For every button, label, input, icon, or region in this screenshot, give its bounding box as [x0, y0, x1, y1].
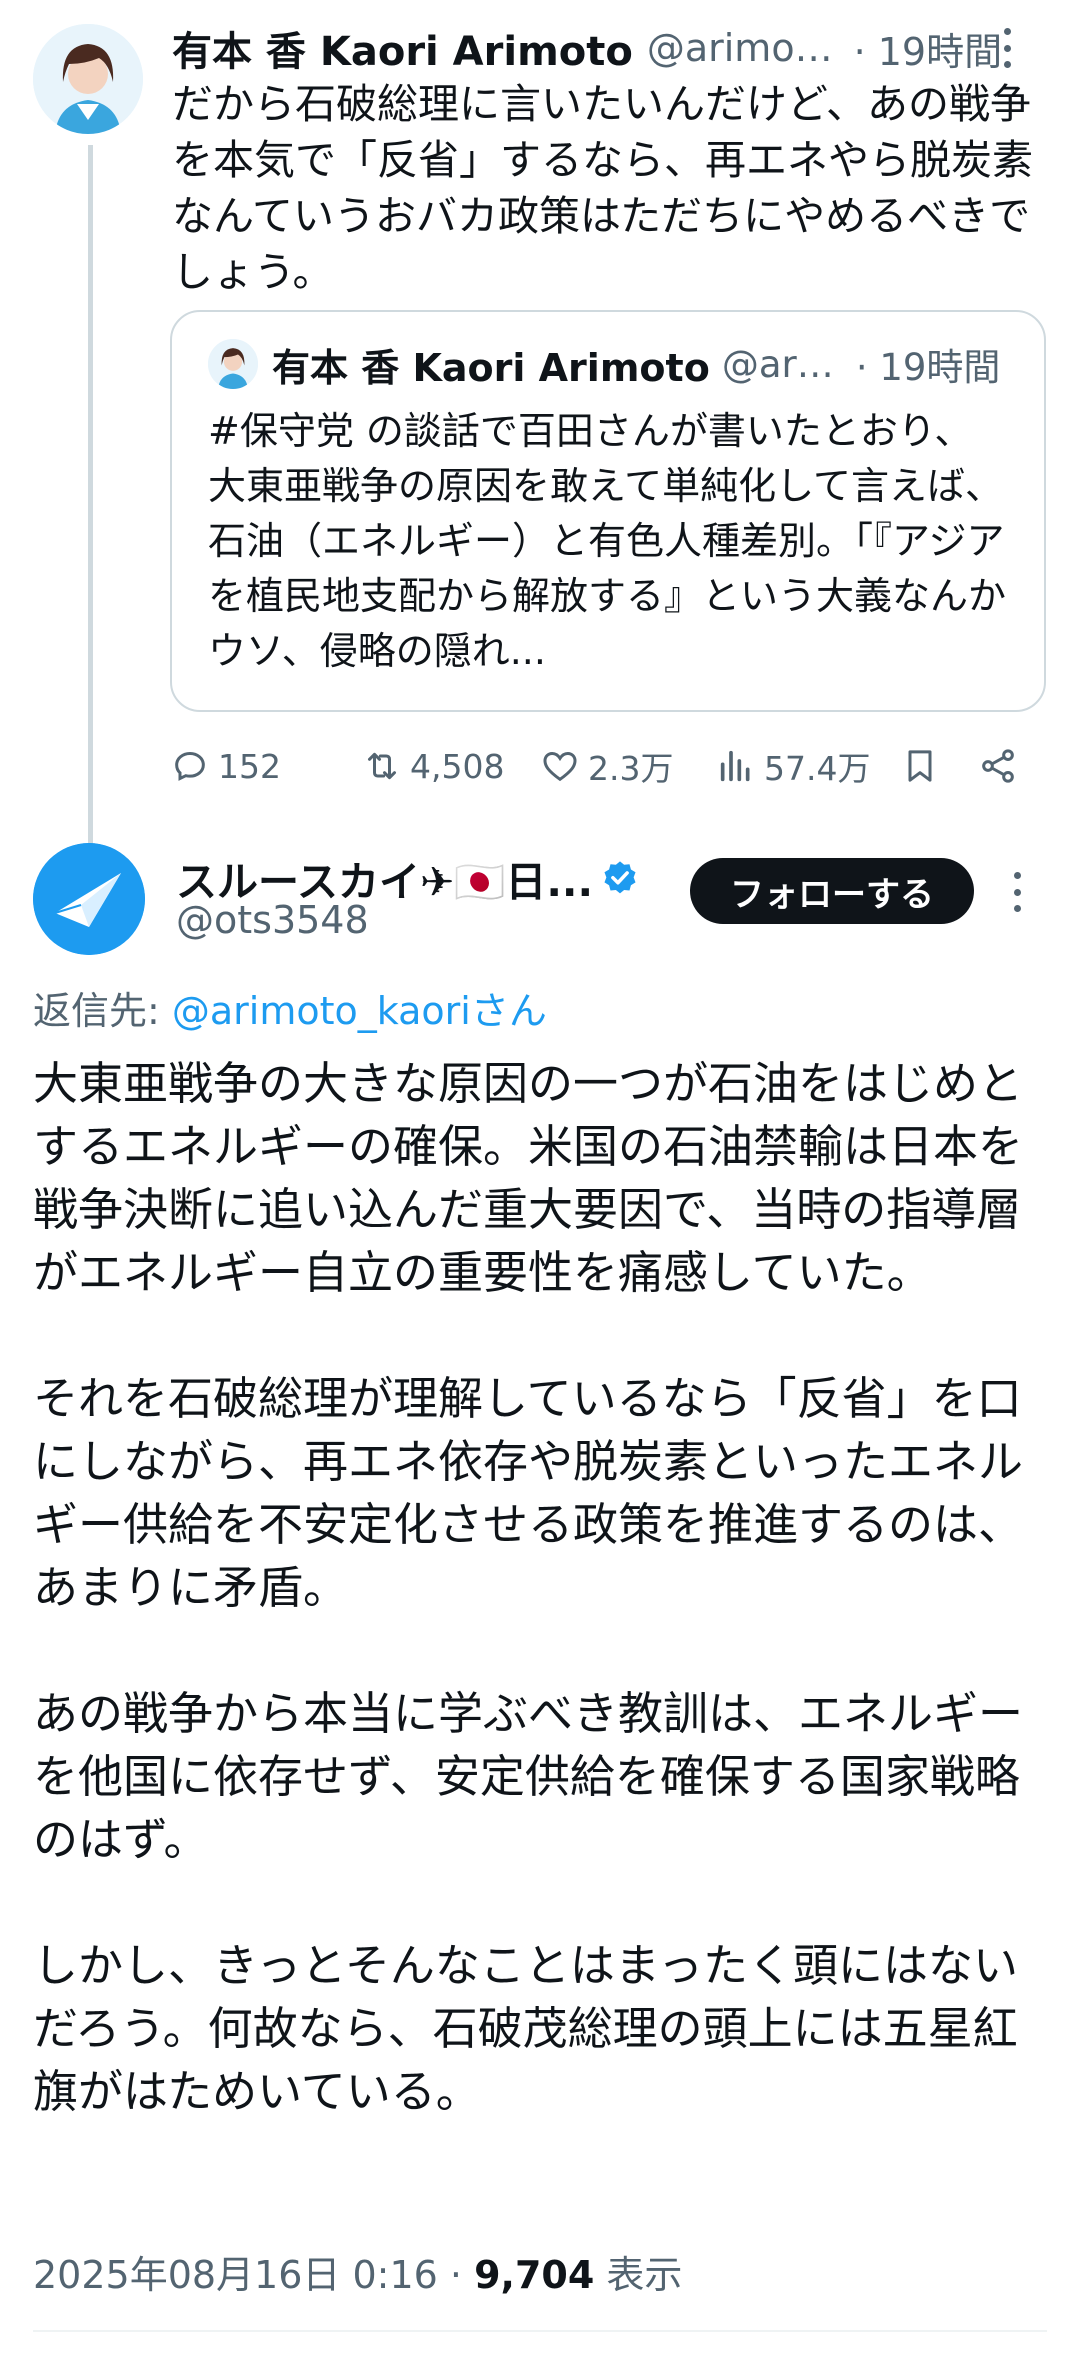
- avatar[interactable]: [33, 843, 145, 955]
- repost-count: 4,508: [410, 746, 505, 786]
- repost-button[interactable]: 4,508: [362, 738, 504, 794]
- bookmark-icon: [908, 750, 932, 782]
- quote-author-name: 有本 香 Kaori Arimoto: [272, 345, 710, 390]
- quote-avatar: [208, 339, 258, 389]
- reply-context: 返信先: @arimoto_kaoriさん: [33, 980, 547, 1035]
- quote-time: · 19時間: [855, 346, 1001, 389]
- repost-icon: [368, 752, 396, 780]
- reply-count: 152: [218, 746, 281, 786]
- tweet-metadata: 2025年08月16日 0:16 · 9,704 表示: [33, 2244, 682, 2299]
- reply-icon: [175, 751, 205, 781]
- quote-text: #保守党 の談話で百田さんが書いたとおり、大東亜戦争の原因を敢えて単純化して言え…: [208, 409, 1007, 673]
- tweet-text: 大東亜戦争の大きな原因の一つが石油をはじめとするエネルギーの確保。米国の石油禁輸…: [33, 1057, 1024, 2118]
- more-options-icon[interactable]: [1002, 28, 1012, 68]
- tweet-header: 有本 香 Kaori Arimoto @arimot... · 19時間: [172, 19, 1012, 77]
- quote-header: 有本 香 Kaori Arimoto @ari... · 19時間: [208, 336, 1008, 392]
- more-options[interactable]: [1012, 872, 1022, 912]
- follow-button[interactable]: フォローする: [690, 858, 974, 924]
- share-button[interactable]: [978, 738, 1026, 794]
- avatar[interactable]: [33, 24, 143, 134]
- views-label: 表示: [594, 2253, 683, 2297]
- author-handle[interactable]: @arimot...: [647, 26, 844, 70]
- views-button[interactable]: 57.4万: [716, 738, 870, 794]
- reply-mention-link[interactable]: @arimoto_kaoriさん: [172, 989, 547, 1033]
- bookmark-button[interactable]: [900, 738, 948, 794]
- tweet-text: だから石破総理に言いたいんだけど、あの戦争を本気で「反省」するなら、再エネやら脱…: [172, 80, 1033, 296]
- reply-button[interactable]: 152: [170, 738, 281, 794]
- like-button[interactable]: 2.3万: [540, 738, 673, 794]
- post-time[interactable]: · 19時間: [854, 21, 1003, 76]
- quote-author-handle: @ari...: [721, 342, 842, 386]
- author-handle[interactable]: @ots3548: [176, 898, 369, 942]
- tweet-actions-bar: 152 4,508 2.3万 57.4万: [170, 738, 1030, 794]
- analytics-icon: [720, 750, 750, 782]
- heart-icon: [543, 751, 577, 782]
- view-count: 57.4万: [764, 749, 871, 788]
- verified-badge-icon: [604, 861, 636, 894]
- divider: [33, 2330, 1047, 2332]
- share-icon: [982, 749, 1014, 783]
- more-options-icon[interactable]: [1012, 872, 1022, 912]
- like-count: 2.3万: [588, 749, 674, 788]
- reply-prefix: 返信先:: [33, 989, 172, 1033]
- views-count: 9,704: [474, 2253, 595, 2297]
- author-name[interactable]: 有本 香 Kaori Arimoto: [172, 19, 633, 77]
- thread-connector-line: [88, 145, 93, 845]
- quoted-tweet-card[interactable]: 有本 香 Kaori Arimoto @ari... · 19時間 #保守党 の…: [170, 310, 1046, 712]
- paper-plane-icon: [33, 843, 145, 955]
- post-date[interactable]: 2025年08月16日 0:16 ·: [33, 2253, 474, 2297]
